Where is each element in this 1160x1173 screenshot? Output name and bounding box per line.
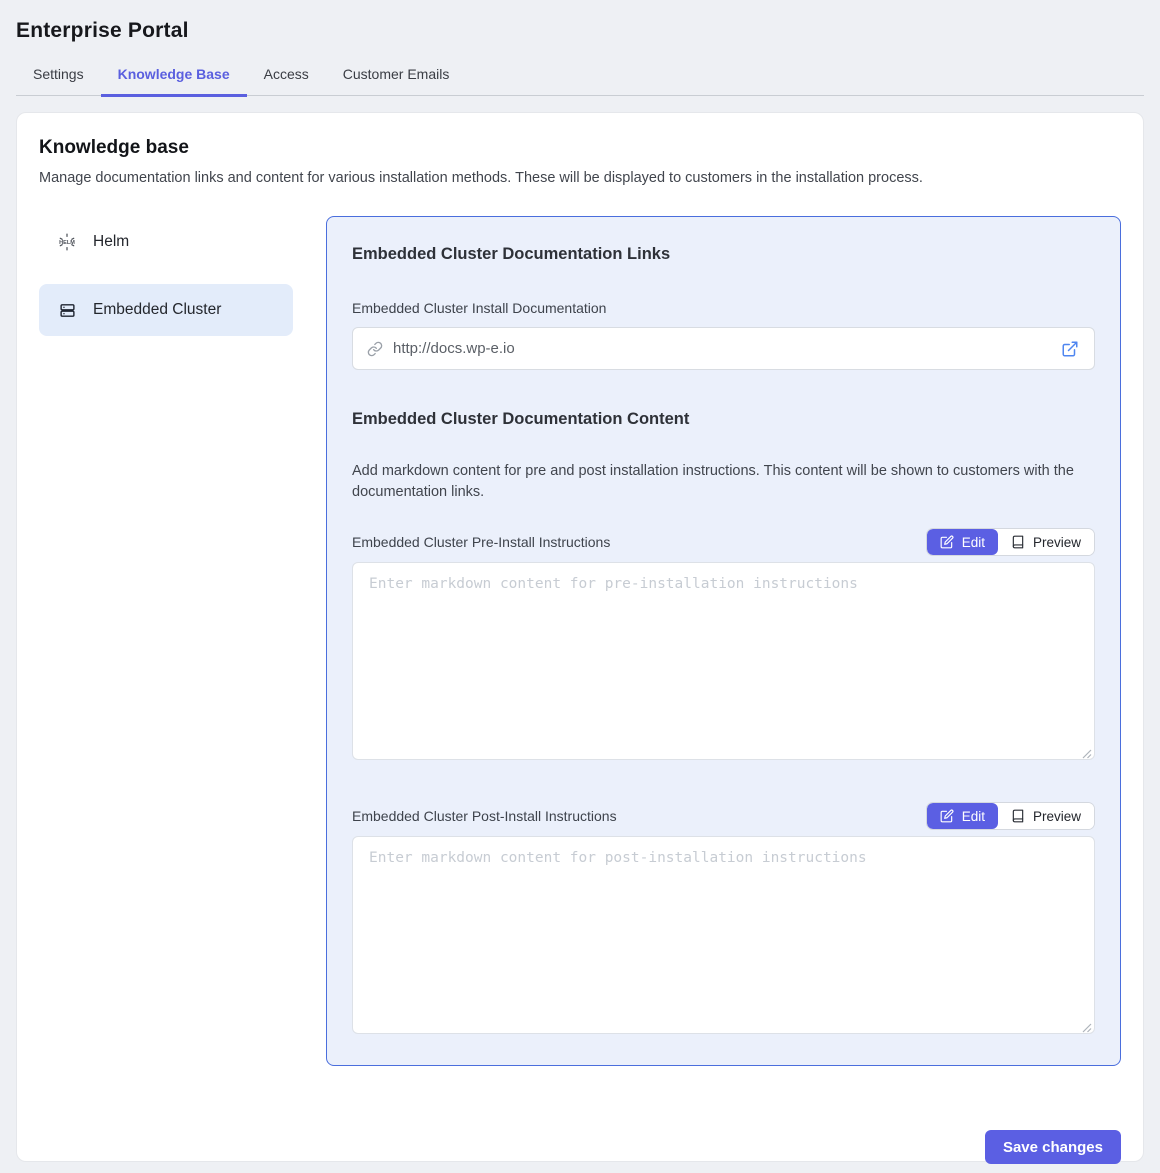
- resize-grip[interactable]: [1082, 749, 1092, 759]
- pre-install-textarea-wrap: [352, 562, 1095, 765]
- pre-install-textarea[interactable]: [352, 562, 1095, 760]
- sidebar-item-helm[interactable]: HELM Helm: [39, 216, 293, 268]
- edit-mode-button[interactable]: Edit: [927, 529, 998, 555]
- edit-icon: [940, 809, 954, 823]
- install-doc-url-input[interactable]: [393, 340, 1049, 357]
- sidebar-item-label: Embedded Cluster: [93, 301, 221, 319]
- install-doc-input-wrap: [352, 327, 1095, 370]
- post-install-textarea[interactable]: [352, 836, 1095, 1034]
- install-doc-label: Embedded Cluster Install Documentation: [352, 300, 1095, 316]
- tab-settings[interactable]: Settings: [16, 55, 101, 95]
- content-section-description: Add markdown content for pre and post in…: [352, 461, 1095, 502]
- knowledge-base-card: Knowledge base Manage documentation link…: [16, 112, 1144, 1162]
- page-header: Enterprise Portal: [0, 0, 1160, 43]
- tab-customer-emails[interactable]: Customer Emails: [326, 55, 467, 95]
- save-row: Save changes: [39, 1130, 1121, 1164]
- preview-mode-button[interactable]: Preview: [998, 529, 1094, 555]
- resize-grip[interactable]: [1082, 1023, 1092, 1033]
- book-icon: [1011, 535, 1025, 549]
- post-install-textarea-wrap: [352, 836, 1095, 1039]
- tab-bar: Settings Knowledge Base Access Customer …: [16, 55, 1144, 96]
- post-install-mode-toggle: Edit Preview: [926, 802, 1095, 830]
- pre-install-mode-toggle: Edit Preview: [926, 528, 1095, 556]
- embedded-cluster-panel: Embedded Cluster Documentation Links Emb…: [326, 216, 1121, 1066]
- helm-icon: HELM: [58, 233, 76, 251]
- content-section-title: Embedded Cluster Documentation Content: [352, 410, 1095, 429]
- post-install-label: Embedded Cluster Post-Install Instructio…: [352, 808, 617, 824]
- tab-knowledge-base[interactable]: Knowledge Base: [101, 55, 247, 95]
- card-description: Manage documentation links and content f…: [39, 170, 1121, 186]
- server-stack-icon: [58, 301, 76, 319]
- post-install-label-row: Embedded Cluster Post-Install Instructio…: [352, 802, 1095, 830]
- edit-icon: [940, 535, 954, 549]
- open-link-button[interactable]: [1059, 338, 1081, 360]
- page-title: Enterprise Portal: [16, 19, 1144, 43]
- book-icon: [1011, 809, 1025, 823]
- link-icon: [367, 341, 383, 357]
- pre-install-label: Embedded Cluster Pre-Install Instruction…: [352, 534, 610, 550]
- pre-install-label-row: Embedded Cluster Pre-Install Instruction…: [352, 528, 1095, 556]
- links-section-title: Embedded Cluster Documentation Links: [352, 245, 1095, 264]
- save-changes-button[interactable]: Save changes: [985, 1130, 1121, 1164]
- preview-mode-button[interactable]: Preview: [998, 803, 1094, 829]
- external-link-icon: [1061, 340, 1079, 358]
- sidebar-item-label: Helm: [93, 233, 129, 251]
- install-method-nav: HELM Helm Embedded Cluster: [39, 216, 293, 352]
- card-title: Knowledge base: [39, 137, 1121, 159]
- svg-text:HELM: HELM: [59, 240, 75, 246]
- tab-access[interactable]: Access: [247, 55, 326, 95]
- content-row: HELM Helm Embedded Cluster Embedd: [39, 216, 1121, 1066]
- edit-mode-button[interactable]: Edit: [927, 803, 998, 829]
- sidebar-item-embedded-cluster[interactable]: Embedded Cluster: [39, 284, 293, 336]
